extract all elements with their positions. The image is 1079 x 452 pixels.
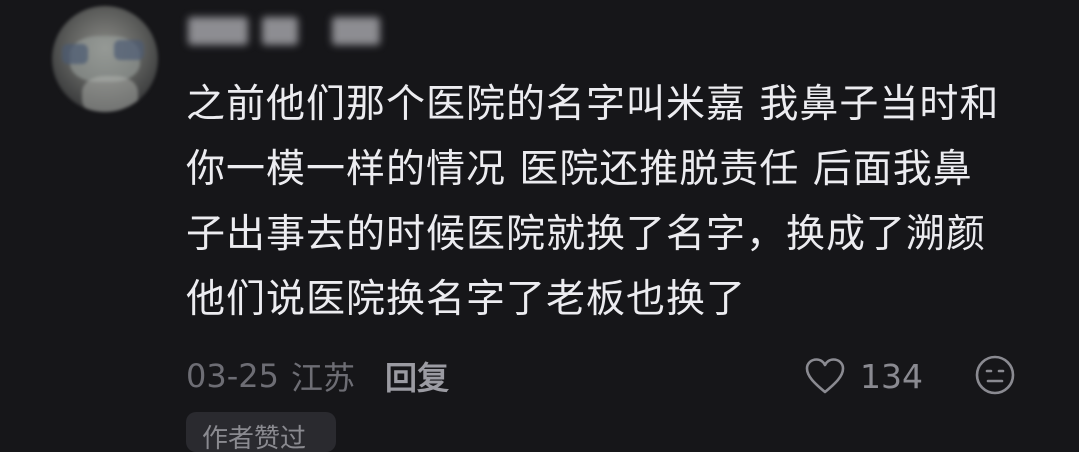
- comment-meta: 03-25 江苏 回复: [186, 352, 449, 400]
- comment-date: 03-25: [186, 357, 279, 395]
- comment-location: 江苏: [290, 359, 355, 397]
- comment-text-line: 你一模一样的情况 医院还推脱责任 后面我鼻: [186, 147, 973, 192]
- comment-text: 之前他们那个医院的名字叫米嘉 我鼻子当时和 你一模一样的情况 医院还推脱责任 后…: [186, 72, 1046, 332]
- comment-item: 之前他们那个医院的名字叫米嘉 我鼻子当时和 你一模一样的情况 医院还推脱责任 后…: [0, 0, 1079, 452]
- author-liked-badge: 作者赞过: [186, 412, 336, 452]
- author-liked-label: 作者赞过: [202, 424, 307, 452]
- like-button[interactable]: 134: [804, 352, 923, 400]
- reply-button[interactable]: 回复: [385, 353, 449, 399]
- username-blurred[interactable]: [188, 10, 394, 52]
- heart-outline-icon: [805, 358, 845, 394]
- dislike-button[interactable]: [974, 354, 1016, 396]
- avatar[interactable]: [52, 6, 158, 112]
- like-count: 134: [860, 356, 923, 396]
- comment-text-line: 他们说医院换名字了老板也换了: [186, 277, 747, 322]
- comment-text-line: 子出事去的时候医院就换了名字，换成了溯颜: [186, 212, 987, 257]
- comment-text-line: 之前他们那个医院的名字叫米嘉 我鼻子当时和: [186, 82, 1000, 127]
- sad-face-icon: [975, 355, 1015, 395]
